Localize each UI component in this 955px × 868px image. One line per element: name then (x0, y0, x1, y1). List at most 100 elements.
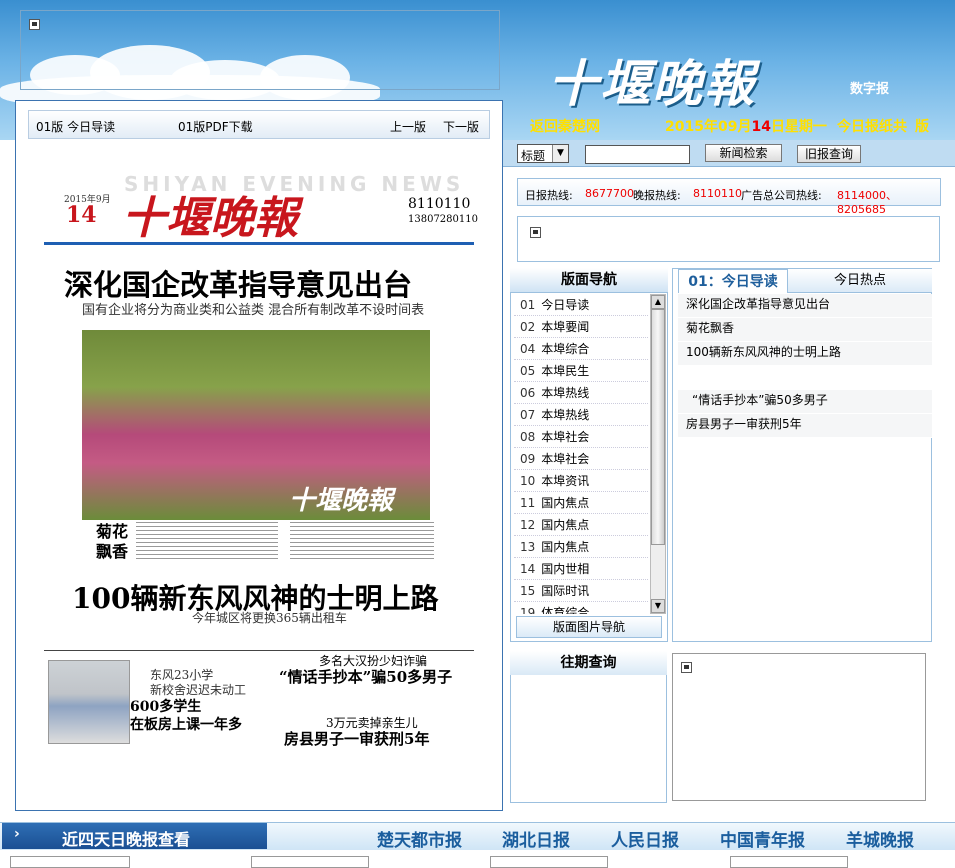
link-yangcheng[interactable]: 羊城晚报 (846, 826, 914, 851)
page-nav-label: 国内世相 (541, 562, 590, 576)
image-placeholder-icon (530, 227, 541, 238)
hotline-box: 日报热线: 8677700 晚报热线: 8110110 广告总公司热线: 811… (517, 178, 941, 216)
ad-hotline: 8114000、8205685 (837, 189, 897, 216)
link-peoples-daily[interactable]: 人民日报 (611, 826, 679, 851)
paper-juhua-caption[interactable]: 菊花 飘香 (96, 522, 128, 562)
paper-subheadline-2: 今年城区将更换365辆出租车 (192, 611, 347, 625)
page-nav-item[interactable]: 15 国际时讯 (514, 580, 648, 602)
scroll-down-icon[interactable]: ▼ (651, 599, 665, 613)
recent-paper-thumb[interactable] (730, 856, 848, 868)
page-nav-item[interactable]: 11 国内焦点 (514, 492, 648, 514)
tab-today-hot[interactable]: 今日热点 (788, 269, 932, 293)
page-nav-item[interactable]: 01 今日导读 (514, 294, 648, 316)
prev-page-link[interactable]: 上一版 (390, 118, 426, 135)
paper-story-1-headline[interactable]: 600多学生 在板房上课一年多 (130, 698, 242, 734)
search-field-select[interactable]: 标题 ▼ (517, 144, 569, 163)
page-nav-item[interactable]: 10 本埠资讯 (514, 470, 648, 492)
page-nav-number: 12 (520, 518, 536, 532)
page-nav-number: 04 (520, 342, 536, 356)
paper-masthead: 十堰晚報 (122, 193, 298, 244)
logo-subtitle: 数字报 (850, 82, 890, 97)
next-page-link[interactable]: 下一版 (443, 118, 479, 135)
chevron-down-icon[interactable]: ▼ (552, 145, 568, 162)
article-link[interactable]: “情话手抄本”骗50多男子 (678, 390, 932, 414)
page-nav-item[interactable]: 06 本埠热线 (514, 382, 648, 404)
page-nav-label: 本埠民生 (541, 364, 590, 378)
page-nav-item[interactable]: 12 国内焦点 (514, 514, 648, 536)
date-display: 2015年09月14日星期一 (665, 119, 827, 135)
current-page-label: 01版 今日导读 (36, 120, 116, 134)
news-search-button[interactable]: 新闻检索 (705, 144, 782, 162)
page-nav-label: 国内焦点 (541, 496, 590, 510)
link-chutian[interactable]: 楚天都市报 (377, 826, 462, 851)
page-nav-label: 本埠社会 (541, 430, 590, 444)
paper-photo-watermark: 十堰晚報 (289, 486, 394, 516)
page-nav-item[interactable]: 14 国内世相 (514, 558, 648, 580)
page-nav-number: 09 (520, 452, 536, 466)
recent-paper-thumb[interactable] (251, 856, 369, 868)
page-nav-item[interactable]: 08 本埠社会 (514, 426, 648, 448)
link-hubei-daily[interactable]: 湖北日报 (502, 826, 570, 851)
page-nav-number: 19 (520, 606, 536, 614)
evening-hotline-label: 晚报热线: (633, 189, 681, 202)
paper-school-photo[interactable] (48, 660, 130, 744)
page-nav-number: 14 (520, 562, 536, 576)
paper-body-text (290, 522, 434, 562)
page-nav-list: 01 今日导读 02 本埠要闻 04 本埠综合 05 本埠民生 06 本埠热线 07 本埠热线 08 本埠… (514, 294, 648, 614)
paper-rule (44, 242, 474, 245)
paper-story-2-headline[interactable]: “情话手抄本”骗50多男子 (279, 666, 452, 687)
search-input[interactable] (585, 145, 690, 164)
old-paper-search-button[interactable]: 旧报查询 (797, 145, 861, 163)
page-image-nav-button[interactable]: 版面图片导航 (516, 616, 662, 638)
paper-headline-1[interactable]: 深化国企改革指导意见出台 (64, 262, 412, 304)
page-nav-number: 11 (520, 496, 536, 510)
article-link[interactable]: 100辆新东风风神的士明上路 (678, 342, 932, 366)
page-nav-item[interactable]: 07 本埠热线 (514, 404, 648, 426)
recent-paper-thumb[interactable] (490, 856, 608, 868)
page-nav-number: 05 (520, 364, 536, 378)
page-nav-number: 15 (520, 584, 536, 598)
page-nav-item[interactable]: 13 国内焦点 (514, 536, 648, 558)
tab-today-guide[interactable]: 01：今日导读 (678, 269, 788, 293)
article-link (678, 366, 932, 390)
paper-subheadline-1: 国有企业将分为商业类和公益类 混合所有制改革不设时间表 (82, 303, 425, 318)
article-link[interactable]: 深化国企改革指导意见出台 (678, 294, 932, 318)
recent-days-header: › 近四天日晚报查看 (2, 823, 267, 849)
page-nav-item[interactable]: 05 本埠民生 (514, 360, 648, 382)
page-nav-label: 国内焦点 (541, 540, 590, 554)
page-nav-number: 06 (520, 386, 536, 400)
evening-hotline: 8110110 (693, 187, 742, 200)
page-nav-label: 国际时讯 (541, 584, 590, 598)
page-nav-label: 本埠综合 (541, 342, 590, 356)
link-china-youth[interactable]: 中国青年报 (720, 826, 805, 851)
paper-story-3-headline[interactable]: 房县男子一审获刑5年 (284, 728, 429, 749)
recent-paper-thumb[interactable] (10, 856, 130, 868)
page-nav-item[interactable]: 04 本埠综合 (514, 338, 648, 360)
paper-body-text (136, 522, 278, 562)
page-nav-item[interactable]: 09 本埠社会 (514, 448, 648, 470)
past-issues-title: 往期查询 (510, 651, 667, 675)
paper-story-1-kicker: 东风23小学 新校舍迟迟未动工 (150, 668, 247, 697)
page-nav-label: 本埠社会 (541, 452, 590, 466)
article-link[interactable]: 菊花飘香 (678, 318, 932, 342)
page-nav-label: 本埠要闻 (541, 320, 590, 334)
image-placeholder-icon (29, 19, 40, 30)
chevron-right-icon: › (14, 826, 20, 842)
back-link[interactable]: 返回秦楚网 (530, 116, 600, 136)
page-nav-item[interactable]: 02 本埠要闻 (514, 316, 648, 338)
page-nav-number: 08 (520, 430, 536, 444)
scrollbar-thumb[interactable] (651, 309, 665, 545)
article-link[interactable]: 房县男子一审获刑5年 (678, 414, 932, 438)
site-logo: 十堰晚報 (548, 54, 756, 113)
pdf-download-link[interactable]: 01版PDF下载 (178, 118, 253, 135)
page-nav-number: 07 (520, 408, 536, 422)
calendar-placeholder (672, 653, 926, 801)
newspaper-page-image[interactable]: SHIYAN EVENING NEWS 2015年9月 14 十堰晚報 8110… (44, 162, 478, 772)
page-nav-number: 01 (520, 298, 536, 312)
scroll-up-icon[interactable]: ▲ (651, 295, 665, 309)
paper-toolbar: 01版 今日导读 01版PDF下载 上一版 下一版 (28, 110, 490, 139)
page-nav-title: 版面导航 (510, 268, 668, 293)
page-nav-label: 国内焦点 (541, 518, 590, 532)
page-nav-label: 今日导读 (541, 298, 590, 312)
page-nav-item[interactable]: 19 体育综合 (514, 602, 648, 614)
